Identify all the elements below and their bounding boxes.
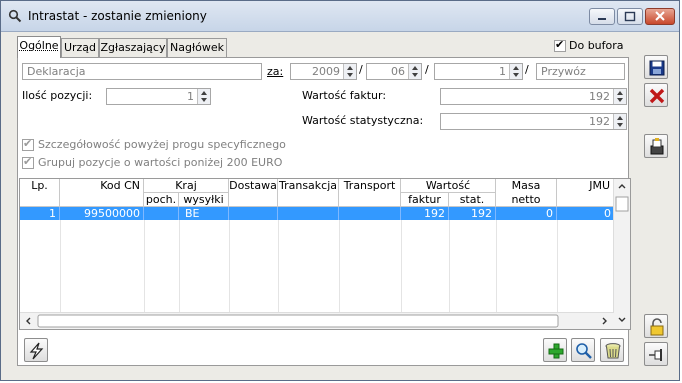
col-kraj[interactable]: Kraj <box>144 179 229 193</box>
minimize-button[interactable] <box>589 8 615 25</box>
col-wartosc[interactable]: Wartość <box>401 179 496 193</box>
lightning-icon <box>29 342 44 360</box>
year-stepper[interactable]: 2009 <box>290 63 357 80</box>
col-dostawa[interactable]: Dostawa <box>229 179 278 207</box>
do-bufora-checkbox[interactable] <box>554 38 566 52</box>
slash-separator: / <box>359 63 363 76</box>
number-spin-icon[interactable] <box>509 64 522 79</box>
slash-separator: / <box>425 63 429 76</box>
do-bufora-label: Do bufora <box>569 39 624 52</box>
year-spin-icon[interactable] <box>343 64 356 79</box>
red-x-icon <box>649 88 665 104</box>
horizontal-scroll-icon <box>26 314 607 328</box>
tab-ogolne[interactable]: Ogólne <box>17 36 61 58</box>
app-icon <box>8 9 22 23</box>
cell-kod-cn: 99500000 <box>60 207 144 220</box>
positions-grid[interactable]: Lp. Kod CN Kraj poch. wysyłki Dostawa Tr… <box>19 178 631 330</box>
month-spin-icon[interactable] <box>408 64 421 79</box>
plus-icon <box>548 343 564 359</box>
close-window-button[interactable] <box>645 8 675 25</box>
maximize-button[interactable] <box>617 8 643 25</box>
cell-stat: 192 <box>449 207 496 220</box>
szczegolowosc-label: Szczegółowość powyżej progu specyficzneg… <box>38 138 286 151</box>
ilosc-pozycji-label: Ilość pozycji: <box>22 89 93 102</box>
col-wartosc-faktur[interactable]: faktur <box>401 193 449 207</box>
wartosc-faktur-spin-icon[interactable] <box>613 89 626 104</box>
col-lp[interactable]: Lp. <box>20 179 60 207</box>
cell-masa-netto: 0 <box>496 207 557 220</box>
intrastat-window: Intrastat - zostanie zmieniony Ogólne Ur… <box>0 0 680 381</box>
grid-divider <box>401 220 402 315</box>
view-item-button[interactable] <box>571 338 595 362</box>
cell-transakcja <box>278 207 339 220</box>
grupuj-checkbox[interactable] <box>22 155 34 169</box>
col-transport[interactable]: Transport <box>339 179 401 207</box>
title-bar: Intrastat - zostanie zmieniony <box>1 1 679 32</box>
horizontal-scrollbar[interactable] <box>20 312 614 329</box>
grid-divider <box>449 220 450 315</box>
grid-divider <box>144 220 145 315</box>
pin-icon <box>649 349 662 361</box>
unlock-button[interactable] <box>644 314 668 338</box>
maximize-icon <box>624 11 636 22</box>
col-transakcja[interactable]: Transakcja <box>278 179 339 207</box>
grid-divider <box>278 220 279 315</box>
table-row[interactable]: 1 99500000 BE 192 192 0 0 <box>20 207 614 220</box>
ilosc-pozycji-stepper[interactable]: 1 <box>106 88 211 105</box>
tab-urzad[interactable]: Urząd <box>61 38 99 57</box>
cell-transport <box>339 207 401 220</box>
wartosc-statystyczna-label: Wartość statystyczna: <box>302 114 424 127</box>
col-kod-cn[interactable]: Kod CN <box>60 179 144 207</box>
cell-faktur: 192 <box>401 207 449 220</box>
cell-jmu: 0 <box>604 207 611 220</box>
grid-divider <box>339 220 340 315</box>
scroll-arrows-icon <box>615 184 629 322</box>
grid-divider <box>179 220 180 315</box>
month-stepper[interactable]: 06 <box>366 63 422 80</box>
cell-poch <box>144 207 179 220</box>
number-stepper[interactable]: 1 <box>434 63 523 80</box>
cell-wysylki: BE <box>179 207 229 220</box>
save-icon <box>649 60 665 76</box>
col-masa-netto[interactable]: Masa netto <box>496 179 557 207</box>
col-kraj-poch[interactable]: poch. <box>144 193 179 207</box>
pin-button[interactable] <box>644 342 668 366</box>
wartosc-faktur-stepper[interactable]: 192 <box>440 88 627 105</box>
tab-naglowek[interactable]: Nagłówek <box>167 38 227 57</box>
trash-bin-icon <box>605 343 621 359</box>
szczegolowosc-checkbox[interactable] <box>22 137 34 151</box>
close-icon <box>655 11 665 21</box>
col-wartosc-stat[interactable]: stat. <box>449 193 496 207</box>
delete-item-button[interactable] <box>600 338 624 362</box>
grid-divider <box>557 220 558 315</box>
wartosc-faktur-label: Wartość faktur: <box>302 89 387 102</box>
magnifier-icon <box>576 343 592 359</box>
wartosc-statystyczna-stepper[interactable]: 192 <box>440 113 627 130</box>
wartosc-statystyczna-spin-icon[interactable] <box>613 114 626 129</box>
padlock-icon <box>650 318 664 336</box>
grid-divider <box>229 220 230 315</box>
ilosc-pozycji-spin-icon[interactable] <box>197 89 210 104</box>
col-jmu[interactable]: JMU <box>557 179 614 207</box>
save-button[interactable] <box>644 55 668 79</box>
lightning-button[interactable] <box>24 338 48 362</box>
cell-lp: 1 <box>20 207 60 220</box>
add-item-button[interactable] <box>543 338 567 362</box>
print-button[interactable] <box>644 134 668 158</box>
col-kraj-wysylki[interactable]: wysyłki <box>179 193 229 207</box>
deklaracja-field[interactable]: Deklaracja <box>22 63 262 80</box>
cell-dostawa <box>229 207 278 220</box>
przywoz-field[interactable]: Przywóz <box>536 63 625 80</box>
grid-divider <box>60 220 61 315</box>
vertical-scrollbar[interactable] <box>613 179 630 329</box>
za-label: za: <box>267 65 284 78</box>
slash-separator: / <box>525 63 529 76</box>
grid-divider <box>496 220 497 315</box>
window-title: Intrastat - zostanie zmieniony <box>28 9 207 23</box>
cancel-button[interactable] <box>644 83 668 107</box>
minimize-icon <box>598 18 606 20</box>
printer-icon <box>650 138 664 155</box>
tab-zglaszajacy[interactable]: Zgłaszający <box>99 38 167 57</box>
grupuj-label: Grupuj pozycje o wartości poniżej 200 EU… <box>38 156 283 169</box>
